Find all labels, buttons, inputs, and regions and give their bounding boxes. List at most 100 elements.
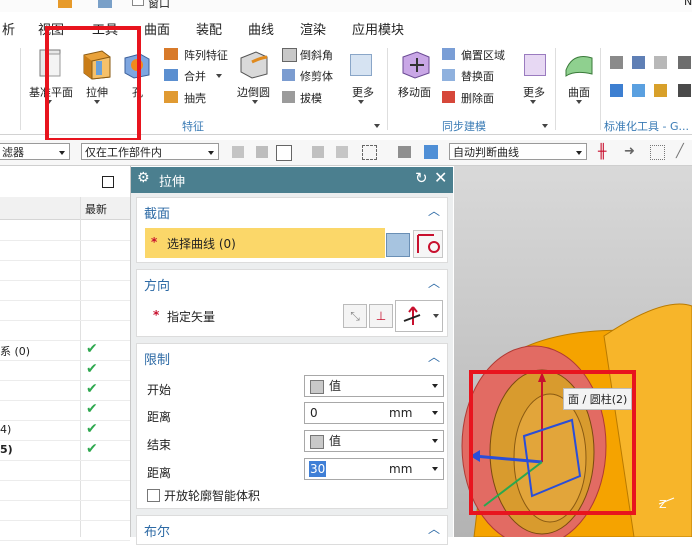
navigator-row[interactable] <box>0 460 130 481</box>
more-features-label[interactable]: 更多 <box>352 84 374 100</box>
std-tool-icon[interactable] <box>632 84 645 97</box>
std-tool-icon[interactable] <box>678 56 691 69</box>
offset-region-icon[interactable] <box>442 48 455 60</box>
snap-icon[interactable]: ╫ <box>598 144 606 160</box>
chamfer-label[interactable]: 倒斜角 <box>300 47 333 63</box>
navigator-row[interactable]: 5) ✔ <box>0 440 130 461</box>
move-face-label[interactable]: 移动面 <box>398 84 431 100</box>
trim-body-label[interactable]: 修剪体 <box>300 68 333 84</box>
offset-region-label[interactable]: 偏置区域 <box>461 47 505 63</box>
move-face-icon[interactable] <box>400 48 432 80</box>
limits-title[interactable]: 限制 <box>144 349 170 368</box>
menu-render[interactable]: 渲染 <box>300 19 326 38</box>
menu-application[interactable]: 应用模块 <box>352 19 404 38</box>
std-tool-icon[interactable] <box>610 56 623 69</box>
delete-face-icon[interactable] <box>442 91 455 103</box>
chevron-up-icon[interactable]: ︿ <box>428 202 440 219</box>
pattern-feature-icon[interactable] <box>164 48 178 60</box>
select-icon[interactable] <box>312 146 324 158</box>
direction-title[interactable]: 方向 <box>144 275 170 294</box>
edge-blend-icon[interactable] <box>238 48 270 80</box>
column-latest[interactable]: 最新 <box>85 201 107 217</box>
reverse-direction-icon[interactable]: ⤡ <box>343 304 367 328</box>
replace-face-label[interactable]: 替换面 <box>461 68 494 84</box>
draft-label[interactable]: 拔模 <box>300 90 322 106</box>
maximize-icon[interactable] <box>102 176 114 188</box>
end-mode-dropdown[interactable]: 值 <box>304 430 444 452</box>
navigator-row[interactable]: ✔ <box>0 380 130 401</box>
select-icon[interactable] <box>256 146 268 158</box>
select-curve-row[interactable]: * 选择曲线 (0) <box>145 228 385 258</box>
delete-face-label[interactable]: 删除面 <box>461 90 494 106</box>
more-sync-label[interactable]: 更多 <box>523 84 545 100</box>
unite-icon[interactable] <box>164 69 178 81</box>
select-icon[interactable] <box>650 145 665 160</box>
gear-icon[interactable]: ⚙ <box>137 170 150 186</box>
surface-caret[interactable] <box>576 100 582 104</box>
navigator-row[interactable] <box>0 260 130 281</box>
trim-body-icon[interactable] <box>282 69 295 81</box>
unite-caret[interactable] <box>216 74 222 78</box>
replace-face-icon[interactable] <box>442 69 455 81</box>
navigator-row[interactable]: 系 (0) ✔ <box>0 340 130 361</box>
std-tool-icon[interactable] <box>632 56 645 69</box>
std-tool-icon[interactable] <box>654 56 667 69</box>
surface-icon[interactable] <box>563 48 595 80</box>
vector-type-dropdown[interactable] <box>395 300 443 332</box>
chevron-up-icon[interactable]: ︿ <box>428 348 440 365</box>
navigator-row[interactable] <box>0 480 130 501</box>
menu-surface[interactable]: 曲面 <box>144 19 170 38</box>
draft-icon[interactable] <box>282 91 295 103</box>
open-profile-checkbox[interactable] <box>147 489 160 502</box>
start-distance-input[interactable]: 0 mm <box>304 402 444 424</box>
navigator-row[interactable] <box>0 300 130 321</box>
select-icon[interactable] <box>232 146 244 158</box>
curve-icon[interactable] <box>413 230 443 258</box>
navigator-row[interactable] <box>0 500 130 521</box>
select-icon[interactable] <box>398 146 411 158</box>
more-features-icon[interactable] <box>350 54 372 76</box>
navigator-row[interactable]: ✔ <box>0 400 130 421</box>
edge-blend-caret[interactable] <box>252 100 258 104</box>
edge-blend-label[interactable]: 边倒圆 <box>237 84 270 100</box>
scope-combo[interactable]: 仅在工作部件内 <box>81 143 219 160</box>
std-tool-icon[interactable] <box>610 84 623 97</box>
chevron-up-icon[interactable]: ︿ <box>428 274 440 291</box>
pattern-feature-label[interactable]: 阵列特征 <box>184 47 228 63</box>
snap-point-icon[interactable] <box>276 145 292 161</box>
navigator-row[interactable] <box>0 320 130 341</box>
menu-analysis[interactable]: 析 <box>2 19 15 38</box>
arrow-right-icon[interactable]: ➜ <box>624 144 635 159</box>
unite-label[interactable]: 合并 <box>184 68 206 84</box>
boolean-title[interactable]: 布尔 <box>144 521 170 540</box>
surface-label[interactable]: 曲面 <box>568 84 590 100</box>
more-features-caret[interactable] <box>358 100 364 104</box>
curve-rule-combo[interactable]: 自动判断曲线 <box>449 143 587 160</box>
more-sync-caret[interactable] <box>530 100 536 104</box>
section-title[interactable]: 截面 <box>144 203 170 222</box>
graphics-viewport[interactable]: 面 / 圆柱(2) Z <box>454 166 692 537</box>
window-menu-label[interactable]: 窗口 <box>148 0 170 11</box>
rectangle-select-icon[interactable] <box>362 145 377 160</box>
std-tool-icon[interactable] <box>654 84 667 97</box>
group-feature-caret[interactable] <box>374 124 380 128</box>
line-icon[interactable]: ╱ <box>676 144 684 159</box>
shell-icon[interactable] <box>164 91 178 103</box>
close-icon[interactable]: ✕ <box>434 168 447 187</box>
more-sync-icon[interactable] <box>524 54 546 76</box>
vector-dialog-icon[interactable]: ⊥ <box>369 304 393 328</box>
navigator-row[interactable]: 4) ✔ <box>0 420 130 441</box>
type-filter-combo[interactable]: 滤器 <box>0 143 70 160</box>
navigator-row[interactable] <box>0 280 130 301</box>
start-mode-dropdown[interactable]: 值 <box>304 375 444 397</box>
group-sync-caret[interactable] <box>542 124 548 128</box>
menu-curve[interactable]: 曲线 <box>248 19 274 38</box>
sketch-section-icon[interactable] <box>386 233 410 257</box>
navigator-row[interactable] <box>0 520 130 541</box>
navigator-row[interactable] <box>0 220 130 241</box>
reset-icon[interactable]: ↻ <box>415 169 428 187</box>
select-icon[interactable] <box>336 146 348 158</box>
menu-assembly[interactable]: 装配 <box>196 19 222 38</box>
select-body-icon[interactable] <box>424 145 438 159</box>
navigator-row[interactable]: ✔ <box>0 360 130 381</box>
